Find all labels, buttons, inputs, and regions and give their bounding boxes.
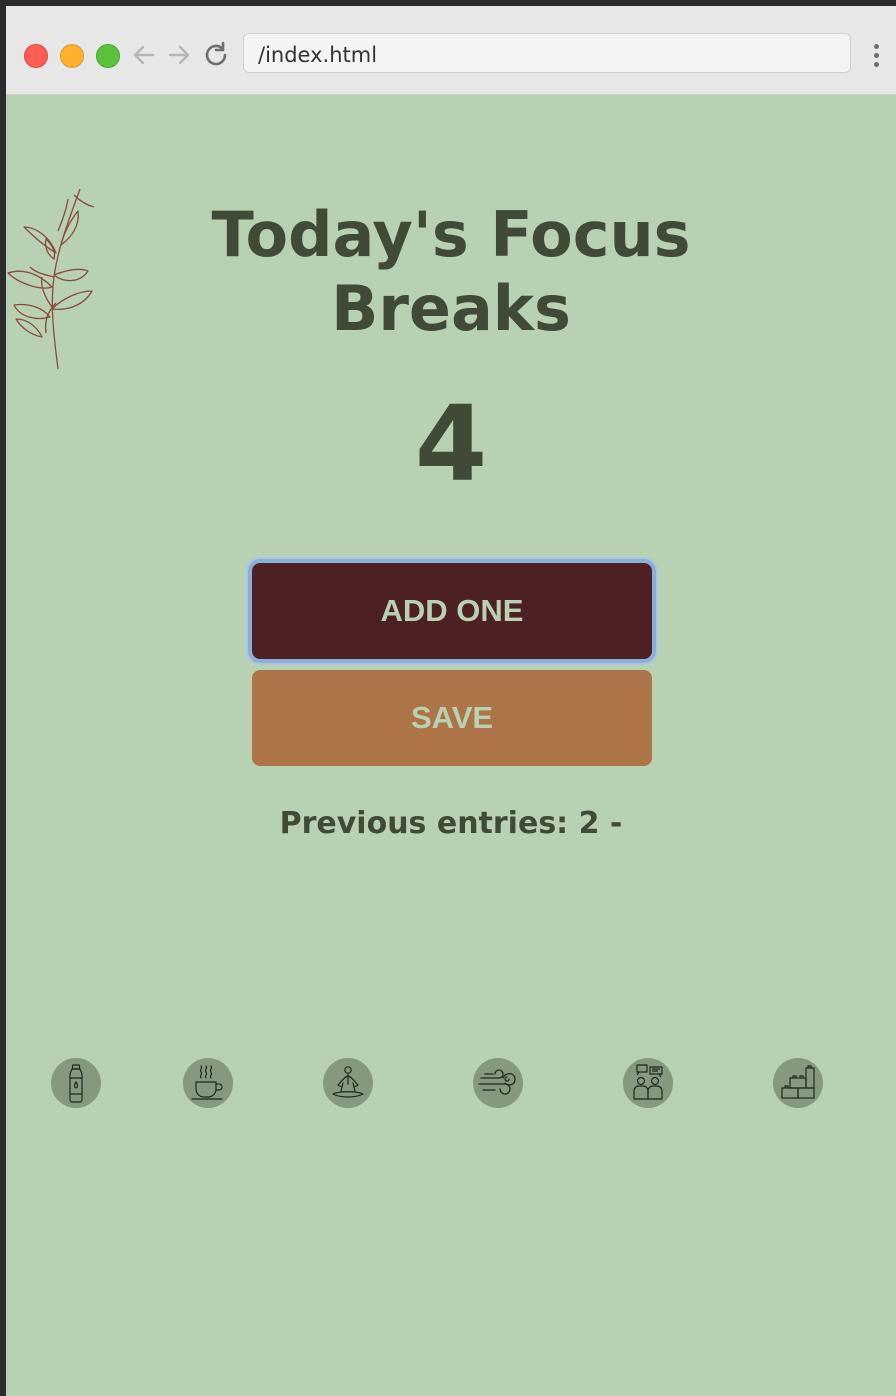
maximize-window-button[interactable] (96, 44, 120, 68)
add-one-button[interactable]: ADD ONE (252, 563, 652, 659)
previous-entries-text: Previous entries: 2 - (279, 806, 623, 841)
address-bar[interactable]: /index.html (243, 33, 851, 73)
conversation-icon[interactable] (623, 1058, 673, 1108)
url-text: /index.html (258, 43, 378, 67)
browser-toolbar: /index.html (6, 6, 896, 95)
page-title: Today's Focus Breaks (211, 198, 691, 345)
browser-window: /index.html Today's Focus Breaks 4 ADD O… (6, 6, 896, 1396)
page-content: Today's Focus Breaks 4 ADD ONE SAVE Prev… (6, 95, 896, 1396)
coffee-cup-icon[interactable] (183, 1058, 233, 1108)
leaf-branch-illustration (7, 188, 95, 370)
blocks-icon[interactable] (773, 1058, 823, 1108)
minimize-window-button[interactable] (60, 44, 84, 68)
menu-kebab-icon[interactable] (868, 42, 884, 72)
reload-icon[interactable] (201, 40, 231, 70)
save-button[interactable]: SAVE (252, 670, 652, 766)
back-arrow-icon[interactable] (129, 40, 159, 70)
water-bottle-icon[interactable] (51, 1058, 101, 1108)
forward-arrow-icon[interactable] (164, 40, 194, 70)
wind-icon[interactable] (473, 1058, 523, 1108)
meditation-icon[interactable] (323, 1058, 373, 1108)
break-counter: 4 (414, 383, 488, 505)
close-window-button[interactable] (24, 44, 48, 68)
